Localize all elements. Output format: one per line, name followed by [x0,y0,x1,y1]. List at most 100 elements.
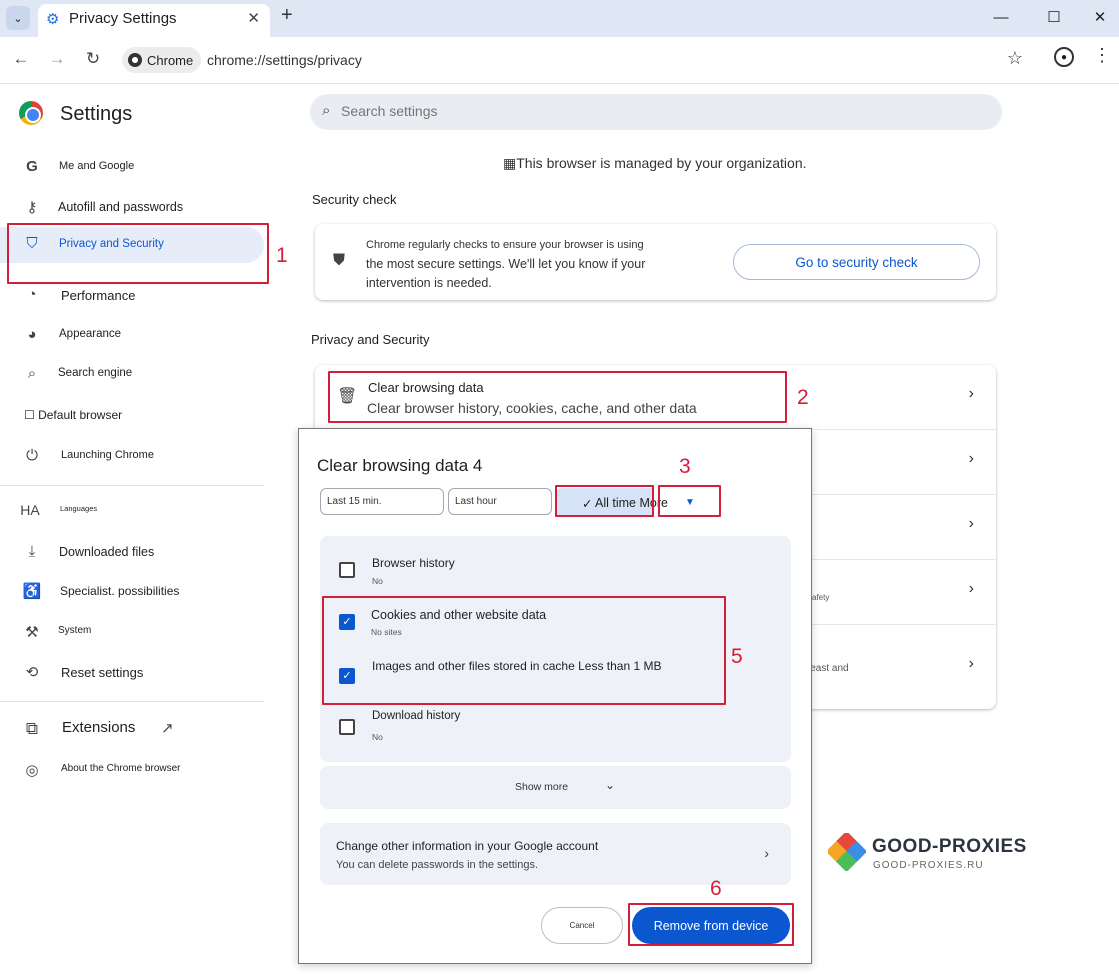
search-icon: ⌕ [27,365,37,382]
sidebar-item-appearance[interactable]: ◕ Appearance [0,318,264,354]
chevron-right-icon: › [968,515,974,532]
sidebar-item-about[interactable]: ◎ About the Chrome browser [0,753,264,789]
option-browser-history[interactable]: Browser history No [320,536,791,588]
security-check-card: ⛊ Chrome regularly checks to ensure your… [315,224,996,300]
chevron-right-icon: › [764,845,769,861]
sidebar-item-languages[interactable]: HA Languages [0,494,264,530]
sidebar-item-label: ☐ Default browser [24,408,123,422]
wrench-icon: ⚒ [25,624,39,641]
title-bar: ⌄ ⚙ Privacy Settings ✕ + — ☐ ✕ [0,0,1119,37]
sidebar-item-autofill[interactable]: ⚷ Autofill and passwords [0,190,264,226]
annotation-number-3: 3 [679,455,691,478]
sidebar-item-extensions[interactable]: ⧉ Extensions ↗ [0,711,264,747]
option-title: Download history [372,710,461,722]
account-row-subtitle: You can delete passwords in the settings… [336,859,539,871]
time-range-last-15-min[interactable]: Last 15 min. [320,488,444,515]
sidebar-item-me-and-google[interactable]: G Me and Google [0,150,264,186]
google-account-row[interactable]: Change other information in your Google … [320,823,791,885]
managed-notice-text: This browser is managed by your organiza… [516,155,807,171]
sidebar-item-reset[interactable]: ⟲ Reset settings [0,655,264,691]
sidebar-item-label: About the Chrome browser [61,763,181,774]
sidebar-divider [0,701,264,702]
search-settings-box[interactable]: ⌕ [310,94,1002,130]
option-subtitle: No [372,732,383,742]
account-row-title: Change other information in your Google … [336,839,599,853]
option-title: Browser history [372,556,455,570]
sidebar-item-system[interactable]: ⚒ System [0,615,264,651]
sidebar-item-label: Appearance [59,328,122,340]
bookmark-star-icon[interactable]: ☆ [1007,48,1023,69]
sidebar-divider [0,485,264,486]
search-input[interactable] [341,103,941,119]
toolbar: ← → ↻ Chrome chrome://settings/privacy ☆… [0,37,1119,84]
security-check-heading: Security check [312,192,397,207]
sidebar-item-default-browser[interactable]: ☐ Default browser [0,398,264,434]
chrome-icon [128,53,142,67]
shield-icon: ⛊ [333,252,346,269]
watermark-brand: GOOD-PROXIES [872,836,1027,857]
description-line: intervention is needed. [366,276,492,290]
chevron-right-icon: › [968,450,974,467]
time-range-last-hour[interactable]: Last hour [448,488,552,515]
download-icon: ⤓ [28,543,36,560]
chrome-icon: ◎ [25,762,39,779]
checkbox[interactable] [339,562,355,578]
reload-icon[interactable]: ↻ [82,48,104,70]
chevron-right-icon: › [968,385,974,402]
gear-icon: ⚙ [46,11,60,28]
checkbox[interactable] [339,719,355,735]
sidebar-item-launching[interactable]: ⏻ Launching Chrome [0,439,264,475]
sidebar-item-downloads[interactable]: ⤓ Downloaded files [0,535,264,571]
annotation-number-5: 5 [731,645,743,668]
speedometer-icon: ◔ [27,286,37,303]
option-subtitle: No [372,576,383,586]
annotation-number-1: 1 [276,244,288,267]
address-bar[interactable]: Chrome chrome://settings/privacy ☆ [120,44,1037,76]
google-g-icon: G [26,158,38,175]
close-window-icon[interactable]: ✕ [1085,6,1115,28]
chrome-logo-icon [19,101,43,125]
cancel-button[interactable]: Cancel [541,907,623,944]
tab-search-button[interactable]: ⌄ [6,6,30,30]
sidebar-item-label: Downloaded files [59,545,155,559]
annotation-number-6: 6 [710,877,722,900]
annotation-box-3b [658,485,721,517]
external-link-icon: ↗ [161,720,174,737]
power-icon: ⏻ [26,447,38,464]
site-info-chip[interactable]: Chrome [122,47,202,73]
sidebar-item-label: Me and Google [59,160,135,172]
close-tab-icon[interactable]: ✕ [247,9,260,27]
sidebar-item-label: Languages [60,504,98,513]
annotation-box-6 [628,903,794,946]
key-icon: ⚷ [26,199,38,216]
back-icon[interactable]: ← [10,48,32,70]
description-line: the most secure settings. We'll let you … [366,257,646,271]
sidebar-item-label: System [58,625,92,636]
menu-dots-icon[interactable]: ⋮ [1093,45,1111,66]
show-more-button[interactable]: Show more ⌄ [320,766,791,809]
maximize-icon[interactable]: ☐ [1039,6,1069,28]
annotation-box-5 [322,596,726,705]
reset-icon: ⟲ [25,664,39,681]
sidebar-item-search-engine[interactable]: ⌕ Search engine [0,357,264,393]
sidebar-item-label: Reset settings [61,665,144,680]
forward-icon[interactable]: → [46,48,68,70]
accessibility-icon: ♿ [22,583,42,600]
languages-icon: HA [20,502,40,518]
annotation-box-3a [555,485,654,517]
show-more-label: Show more [515,781,569,793]
description-line: Chrome regularly checks to ensure your b… [366,239,644,251]
tab-privacy-settings[interactable]: ⚙ Privacy Settings ✕ [38,4,270,37]
new-tab-icon[interactable]: + [281,4,293,27]
url-text[interactable]: chrome://settings/privacy [207,52,362,68]
annotation-box-1 [7,223,269,284]
sidebar-item-accessibility[interactable]: ♿ Specialist. possibilities [0,574,264,610]
sidebar-item-label: Autofill and passwords [58,200,184,214]
profile-icon[interactable]: ● [1054,47,1074,67]
watermark-url: GOOD-PROXIES.RU [873,860,984,871]
good-proxies-logo-icon [828,833,866,871]
chevron-right-icon: › [968,655,974,672]
minimize-icon[interactable]: — [986,6,1016,28]
go-to-security-check-button[interactable]: Go to security check [733,244,980,280]
palette-icon: ◕ [27,326,37,343]
